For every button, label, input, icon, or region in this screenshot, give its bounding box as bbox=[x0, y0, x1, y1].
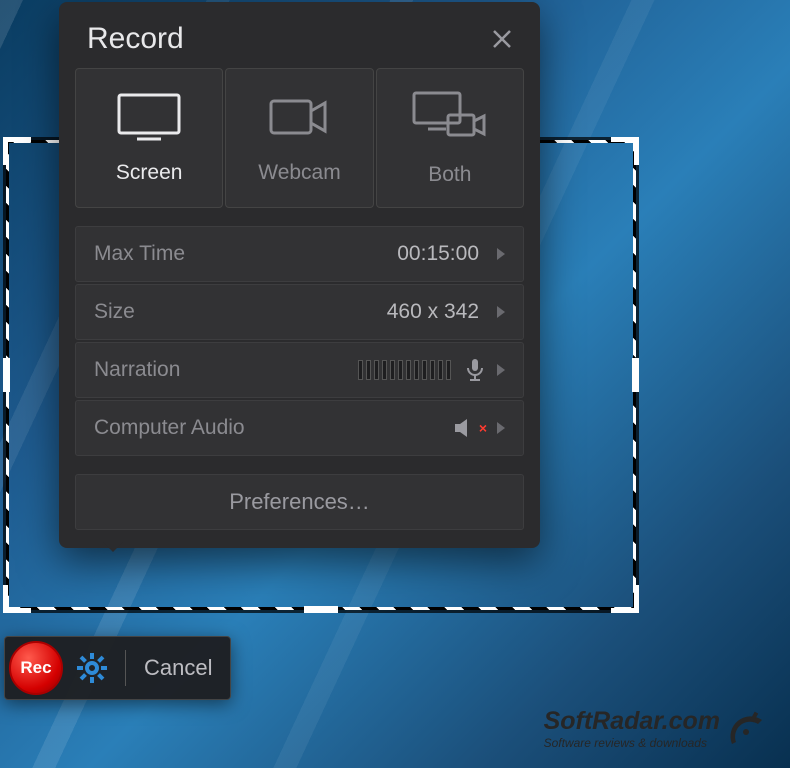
chevron-right-icon bbox=[497, 248, 505, 260]
chevron-right-icon bbox=[497, 422, 505, 434]
narration-levels bbox=[358, 360, 451, 380]
recorder-toolbar: Rec Cancel bbox=[4, 636, 231, 700]
cancel-label: Cancel bbox=[144, 655, 212, 680]
watermark: SoftRadar.com Software reviews & downloa… bbox=[544, 707, 768, 750]
cancel-button[interactable]: Cancel bbox=[138, 655, 218, 681]
capture-handle-bottom[interactable] bbox=[304, 606, 338, 613]
source-webcam-label: Webcam bbox=[258, 161, 340, 185]
narration-label: Narration bbox=[94, 358, 180, 382]
capture-corner-br[interactable] bbox=[611, 585, 639, 613]
computer-audio-label: Computer Audio bbox=[94, 416, 245, 440]
panel-title: Record bbox=[87, 22, 184, 56]
source-screen-label: Screen bbox=[116, 161, 183, 185]
row-size[interactable]: Size 460 x 342 bbox=[75, 284, 524, 340]
capture-corner-tr[interactable] bbox=[611, 137, 639, 165]
size-label: Size bbox=[94, 300, 135, 324]
preferences-label: Preferences… bbox=[229, 489, 370, 515]
source-both[interactable]: Both bbox=[376, 68, 524, 208]
gear-icon bbox=[75, 651, 109, 685]
row-computer-audio[interactable]: Computer Audio × bbox=[75, 400, 524, 456]
toolbar-divider bbox=[125, 650, 126, 686]
webcam-icon bbox=[263, 91, 335, 143]
max-time-label: Max Time bbox=[94, 242, 185, 266]
settings-button[interactable] bbox=[71, 647, 113, 689]
record-button-label: Rec bbox=[20, 658, 51, 678]
capture-handle-left[interactable] bbox=[3, 358, 10, 392]
max-time-value: 00:15:00 bbox=[397, 242, 479, 266]
chevron-right-icon bbox=[497, 306, 505, 318]
close-icon bbox=[490, 27, 514, 51]
speaker-muted-icon: × bbox=[453, 418, 487, 438]
source-both-label: Both bbox=[428, 163, 471, 187]
satellite-icon bbox=[726, 708, 768, 750]
capture-handle-right[interactable] bbox=[632, 358, 639, 392]
record-panel: Record Screen Webcam bbox=[59, 2, 540, 548]
row-max-time[interactable]: Max Time 00:15:00 bbox=[75, 226, 524, 282]
source-screen[interactable]: Screen bbox=[75, 68, 223, 208]
capture-corner-bl[interactable] bbox=[3, 585, 31, 613]
chevron-right-icon bbox=[497, 364, 505, 376]
watermark-title: SoftRadar.com bbox=[544, 707, 720, 736]
capture-corner-tl[interactable] bbox=[3, 137, 31, 165]
preferences-button[interactable]: Preferences… bbox=[75, 474, 524, 530]
record-button[interactable]: Rec bbox=[9, 641, 63, 695]
both-icon bbox=[410, 89, 490, 145]
screen-icon bbox=[113, 91, 185, 143]
watermark-subtitle: Software reviews & downloads bbox=[544, 736, 720, 750]
source-webcam[interactable]: Webcam bbox=[225, 68, 373, 208]
close-button[interactable] bbox=[490, 27, 514, 51]
row-narration[interactable]: Narration bbox=[75, 342, 524, 398]
microphone-icon bbox=[465, 358, 487, 382]
size-value: 460 x 342 bbox=[387, 300, 479, 324]
